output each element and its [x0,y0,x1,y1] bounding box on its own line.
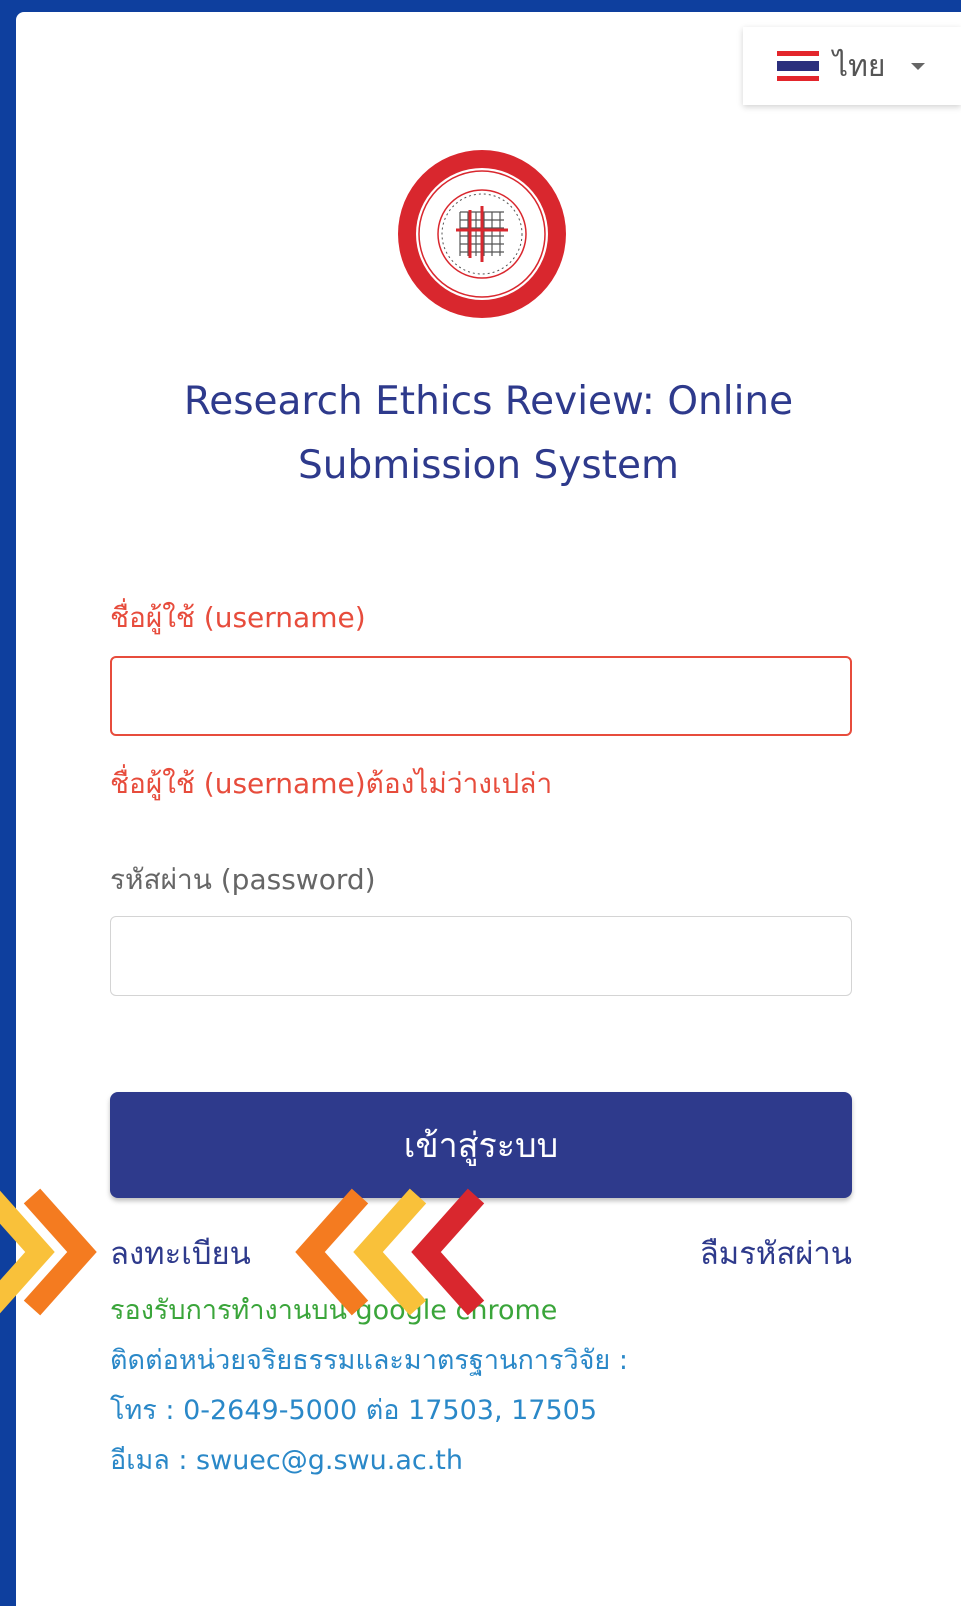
contact-unit-text: ติดต่อหน่วยจริยธรรมและมาตรฐานการวิจัย : [110,1345,628,1376]
language-label: ไทย [833,48,886,84]
thai-flag-icon [777,51,819,81]
username-input[interactable] [110,656,852,736]
language-dropdown[interactable]: ไทย [743,27,961,105]
chevron-down-icon [911,62,926,70]
page-title-line-1: Research Ethics Review: Online [183,379,794,424]
login-button[interactable]: เข้าสู่ระบบ [110,1092,852,1198]
password-label: รหัสผ่าน (password) [110,863,376,896]
page-title-line-2: Submission System [298,443,679,488]
login-card: ไทย Research Ethics Review: Online Submi… [16,12,961,1606]
password-input[interactable] [110,916,852,996]
contact-email-text: อีเมล : swuec@g.swu.ac.th [110,1445,464,1476]
username-error-message: ชื่อผู้ใช้ (username)ต้องไม่ว่างเปล่า [110,767,553,800]
forgot-password-link[interactable]: ลืมรหัสผ่าน [700,1228,852,1278]
register-link[interactable]: ลงทะเบียน [110,1228,251,1278]
contact-phone-text: โทร : 0-2649-5000 ต่อ 17503, 17505 [110,1395,598,1426]
university-seal-logo [398,150,566,318]
browser-support-note: รองรับการทำงานบน google chrome [110,1295,558,1326]
username-label: ชื่อผู้ใช้ (username) [110,601,366,634]
